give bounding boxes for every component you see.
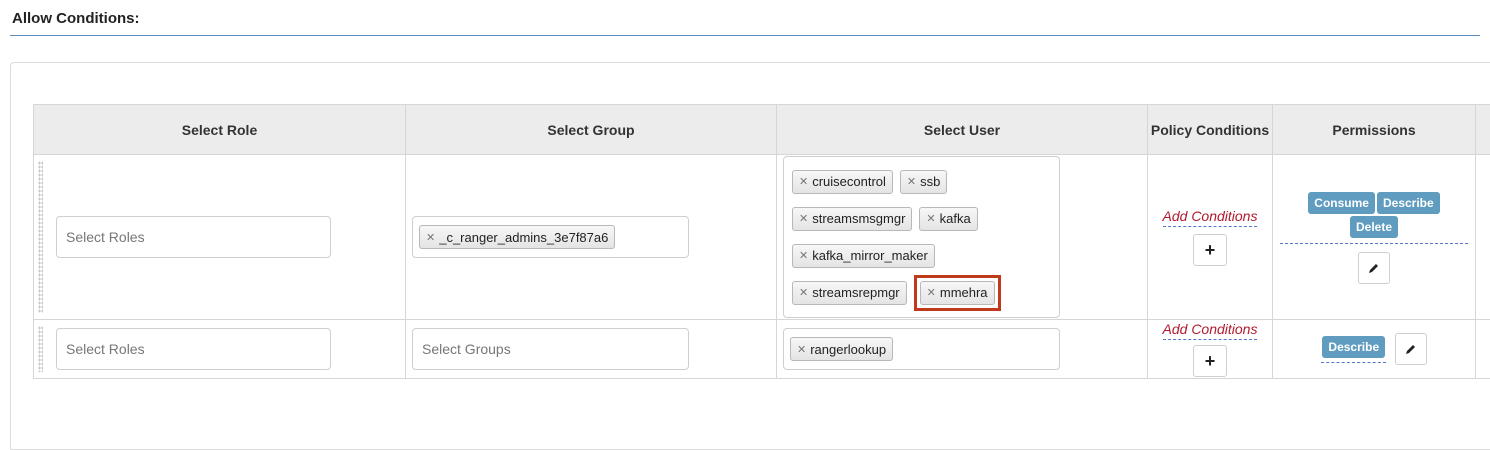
pencil-icon: [1369, 263, 1378, 273]
role-cell: Select Roles: [33, 154, 406, 320]
groups-input[interactable]: Select Groups: [412, 328, 689, 370]
user-chip-label: kafka_mirror_maker: [812, 248, 928, 263]
permission-badge: Describe: [1322, 336, 1386, 358]
permissions-list[interactable]: Describe: [1321, 335, 1387, 363]
pencil-icon: [1405, 345, 1415, 354]
groups-input[interactable]: ✕ _c_ranger_admins_3e7f87a6: [412, 216, 689, 258]
user-chip-label: streamsrepmgr: [812, 285, 900, 300]
remove-icon[interactable]: ✕: [799, 286, 808, 299]
drag-handle[interactable]: [38, 161, 43, 313]
user-chip-label: streamsmsgmgr: [812, 211, 906, 226]
plus-icon: +: [1204, 239, 1216, 260]
permission-badge: Describe: [1376, 191, 1440, 214]
header-extra: [1475, 104, 1490, 155]
user-chip: ✕ ssb: [899, 169, 948, 194]
table-row: Select Roles ✕ _c_ranger_admins_3e7f87a6…: [33, 154, 1490, 320]
permission-badge: Consume: [1308, 191, 1375, 214]
remove-icon[interactable]: ✕: [797, 343, 806, 356]
user-chip-label: kafka: [939, 211, 971, 226]
users-input[interactable]: ✕ rangerlookup: [783, 328, 1060, 370]
permission-badge: Delete: [1349, 215, 1399, 238]
remove-icon[interactable]: ✕: [907, 175, 916, 188]
extra-cell: [1475, 154, 1490, 320]
user-chip-label: rangerlookup: [810, 341, 887, 357]
roles-input[interactable]: Select Roles: [56, 328, 331, 370]
permissions-cell: Describe: [1272, 319, 1476, 379]
user-cell: ✕ rangerlookup: [776, 319, 1148, 379]
add-conditions-link[interactable]: Add Conditions: [1149, 208, 1271, 227]
extra-cell: [1475, 319, 1490, 379]
header-select-group: Select Group: [405, 104, 777, 155]
plus-icon: +: [1204, 350, 1216, 371]
edit-permissions-button[interactable]: [1358, 251, 1390, 284]
user-chip-label: cruisecontrol: [812, 174, 886, 189]
header-select-role: Select Role: [33, 104, 406, 155]
user-chip-label: mmehra: [939, 285, 988, 300]
remove-icon[interactable]: ✕: [927, 286, 936, 299]
user-chip-highlighted: ✕ mmehra: [919, 280, 995, 305]
remove-icon[interactable]: ✕: [799, 212, 808, 225]
remove-icon[interactable]: ✕: [799, 249, 808, 262]
user-cell: ✕ cruisecontrol ✕ ssb ✕ streamsmsgmgr ✕ kafk…: [776, 154, 1148, 320]
table-row: Select Roles Select Groups ✕ rangerlookup…: [33, 319, 1490, 379]
group-chip-label: _c_ranger_admins_3e7f87a6: [439, 229, 609, 245]
conditions-cell: Add Conditions +: [1147, 154, 1273, 320]
user-chip: ✕ kafka_mirror_maker: [792, 243, 935, 268]
user-chip: ✕ kafka: [919, 206, 978, 231]
conditions-cell: Add Conditions +: [1147, 319, 1273, 379]
user-chip: ✕ rangerlookup: [790, 337, 894, 361]
group-chip: ✕ _c_ranger_admins_3e7f87a6: [419, 225, 616, 249]
permissions-cell: Consume Describe Delete: [1272, 154, 1476, 320]
role-cell: Select Roles: [33, 319, 406, 379]
allow-conditions-table: Select Role Select Group Select User Pol…: [33, 104, 1490, 379]
table-header-row: Select Role Select Group Select User Pol…: [33, 104, 1490, 155]
header-select-user: Select User: [776, 104, 1148, 155]
add-condition-button[interactable]: +: [1193, 345, 1227, 377]
add-condition-button[interactable]: +: [1193, 234, 1227, 266]
add-conditions-link[interactable]: Add Conditions: [1149, 321, 1271, 340]
user-chip: ✕ streamsrepmgr: [792, 280, 907, 305]
header-permissions: Permissions: [1272, 104, 1476, 155]
user-chip: ✕ cruisecontrol: [792, 169, 893, 194]
roles-placeholder: Select Roles: [66, 229, 145, 245]
group-cell: ✕ _c_ranger_admins_3e7f87a6: [405, 154, 777, 320]
remove-icon[interactable]: ✕: [799, 175, 808, 188]
user-chip-label: ssb: [920, 174, 941, 189]
permissions-list[interactable]: Consume Describe Delete: [1280, 191, 1468, 244]
highlight-box: ✕ mmehra: [913, 274, 1001, 311]
user-chip: ✕ streamsmsgmgr: [792, 206, 913, 231]
roles-input[interactable]: Select Roles: [56, 216, 331, 258]
header-policy-conditions: Policy Conditions: [1147, 104, 1273, 155]
drag-handle[interactable]: [38, 326, 43, 372]
edit-permissions-button[interactable]: [1394, 333, 1427, 365]
users-input[interactable]: ✕ cruisecontrol ✕ ssb ✕ streamsmsgmgr ✕ kafk…: [783, 156, 1060, 318]
section-title: Allow Conditions:: [12, 10, 140, 27]
remove-icon[interactable]: ✕: [426, 231, 435, 244]
remove-icon[interactable]: ✕: [926, 212, 935, 225]
group-cell: Select Groups: [405, 319, 777, 379]
section-divider: [10, 35, 1480, 36]
roles-placeholder: Select Roles: [66, 341, 145, 357]
groups-placeholder: Select Groups: [422, 341, 511, 357]
